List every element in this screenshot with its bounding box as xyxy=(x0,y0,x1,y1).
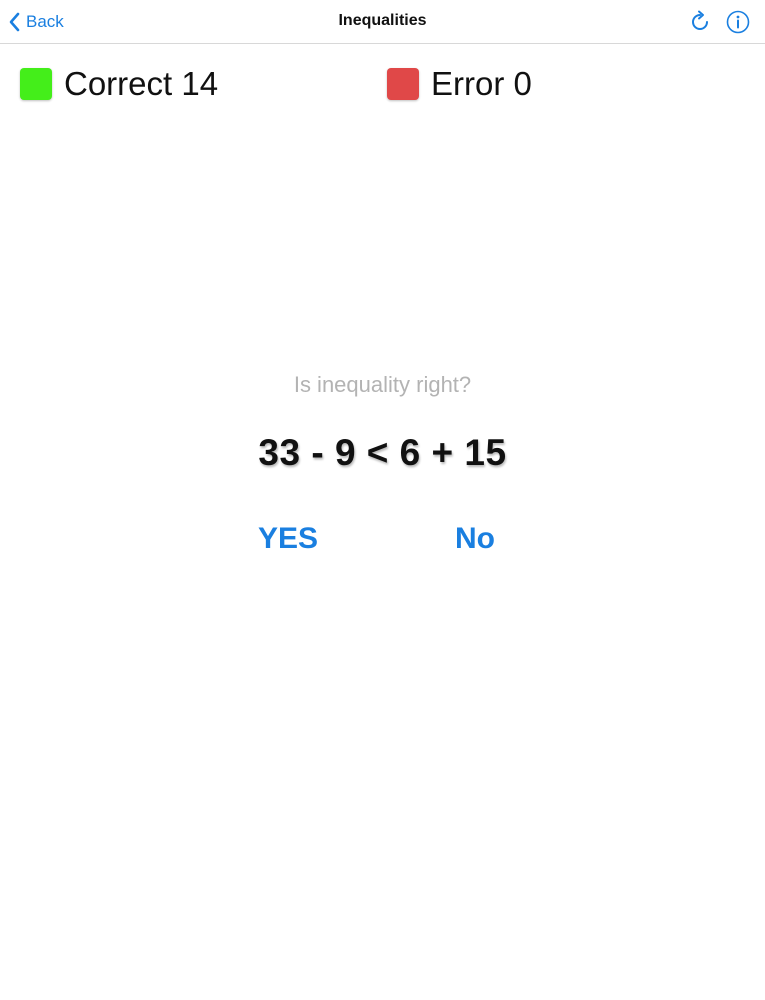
inequality-expression: 33 - 9 < 6 + 15 xyxy=(258,432,507,473)
error-label: Error 0 xyxy=(431,65,532,102)
no-button[interactable]: No xyxy=(455,522,495,556)
correct-swatch xyxy=(20,68,52,100)
page-title: Inequalities xyxy=(338,12,427,29)
refresh-icon[interactable] xyxy=(688,10,712,34)
correct-label: Correct 14 xyxy=(64,65,219,102)
yes-button[interactable]: YES xyxy=(258,522,318,556)
error-score: Error 0 xyxy=(387,64,532,104)
navigation-bar: Back Inequalities xyxy=(0,0,765,44)
info-icon[interactable] xyxy=(726,10,750,34)
correct-score: Correct 14 xyxy=(20,64,218,104)
error-swatch xyxy=(387,68,419,100)
question-prompt: Is inequality right? xyxy=(293,372,472,397)
